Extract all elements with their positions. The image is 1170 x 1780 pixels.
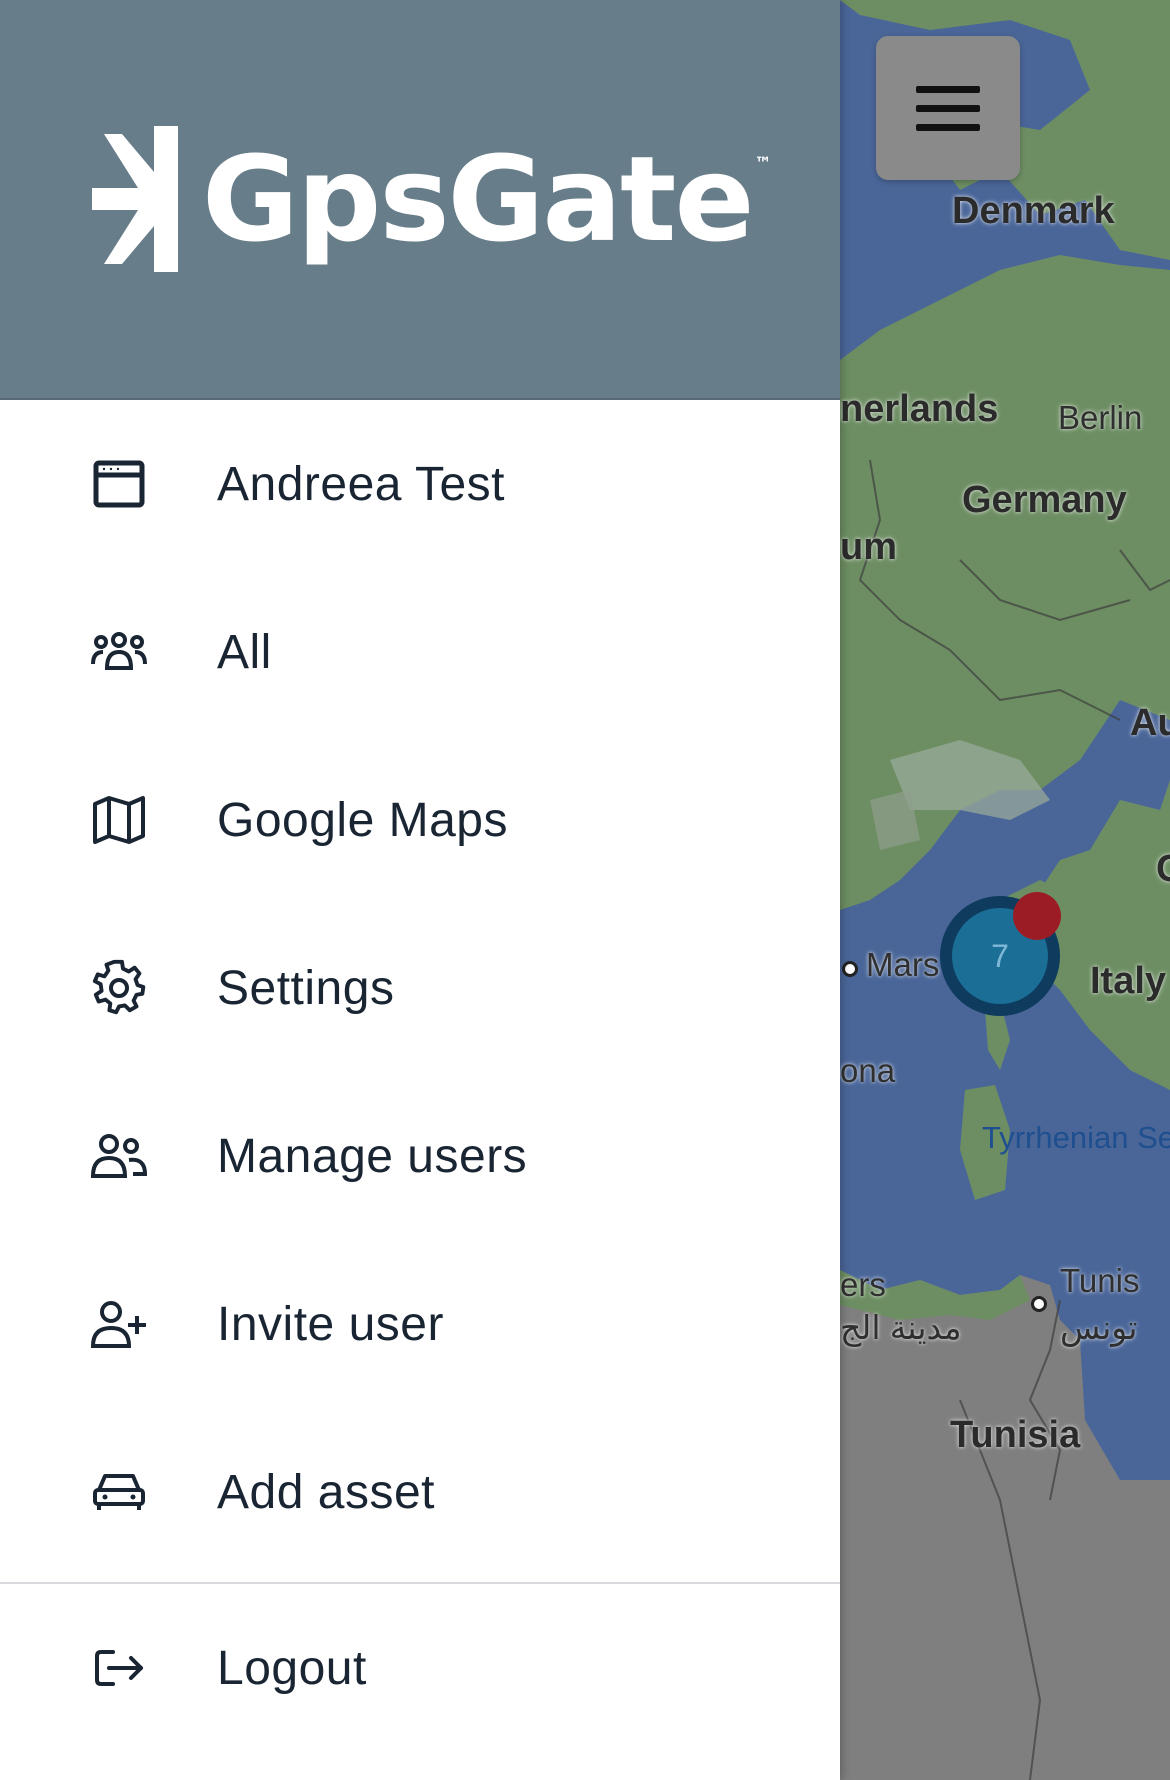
map-label-croatia: C <box>1156 848 1170 890</box>
manage-users-icon <box>89 1126 149 1186</box>
map-label-algiers: ers <box>840 1266 886 1303</box>
map-label-berlin: Berlin <box>1058 399 1143 436</box>
map-label-marseille: Mars <box>866 946 940 983</box>
gpsgate-logo-mark-icon <box>92 126 178 272</box>
menu-item-label: All <box>217 625 272 679</box>
map-label-barcelona: ona <box>840 1052 896 1089</box>
menu-item-label: Andreea Test <box>217 457 505 511</box>
browser-window-icon <box>89 454 149 514</box>
menu-item-all[interactable]: All <box>0 568 840 736</box>
users-group-icon <box>89 622 149 682</box>
menu-item-invite-user[interactable]: Invite user <box>0 1240 840 1408</box>
map-icon <box>89 790 149 850</box>
hamburger-icon-bar <box>916 104 980 112</box>
map-label-belgium: um <box>840 526 897 568</box>
menu-toggle-button[interactable] <box>876 36 1020 180</box>
drawer-header: GpsGate ™ <box>0 0 840 400</box>
map-label-tunis-arabic: تونس <box>1060 1309 1138 1346</box>
map-label-germany: Germany <box>962 479 1127 521</box>
map-label-tyrrhenian-sea: Tyrrhenian Se <box>982 1120 1170 1155</box>
menu-item-label: Google Maps <box>217 793 508 847</box>
hamburger-icon-bar <box>916 85 980 93</box>
map-label-austria: Au <box>1130 702 1170 744</box>
menu-item-settings[interactable]: Settings <box>0 904 840 1072</box>
map-label-tunisia: Tunisia <box>950 1414 1081 1456</box>
menu-item-label: Settings <box>217 961 395 1015</box>
map-label-denmark: Denmark <box>952 190 1115 232</box>
menu-item-label: Add asset <box>217 1465 435 1519</box>
menu-item-logout[interactable]: Logout <box>0 1584 840 1752</box>
user-plus-icon <box>89 1294 149 1354</box>
city-marker-marseille <box>842 961 858 977</box>
map-label-tunis: Tunis <box>1060 1262 1140 1299</box>
menu-item-andreea-test[interactable]: Andreea Test <box>0 400 840 568</box>
logo-text: GpsGate <box>202 130 754 268</box>
car-icon <box>89 1462 149 1522</box>
menu-list: Andreea Test All Google Maps Settings Ma… <box>0 400 840 1576</box>
hamburger-icon-bar <box>916 123 980 131</box>
menu-item-label: Logout <box>217 1641 367 1695</box>
navigation-drawer: GpsGate ™ Andreea Test All Google Maps S… <box>0 0 840 1780</box>
city-marker-tunis <box>1031 1296 1047 1312</box>
cluster-alert-badge <box>1013 892 1061 940</box>
menu-item-label: Invite user <box>217 1297 444 1351</box>
gpsgate-logo: GpsGate ™ <box>92 124 771 274</box>
menu-item-manage-users[interactable]: Manage users <box>0 1072 840 1240</box>
map-label-netherlands: nerlands <box>840 388 999 430</box>
gear-icon <box>89 958 149 1018</box>
menu-item-add-asset[interactable]: Add asset <box>0 1408 840 1576</box>
logout-icon <box>89 1638 149 1698</box>
map-label-algiers-arabic: مدينة الج <box>840 1309 962 1346</box>
menu-item-label: Manage users <box>217 1129 528 1183</box>
logo-trademark: ™ <box>754 154 772 174</box>
menu-item-google-maps[interactable]: Google Maps <box>0 736 840 904</box>
map-label-italy: Italy <box>1090 960 1167 1002</box>
